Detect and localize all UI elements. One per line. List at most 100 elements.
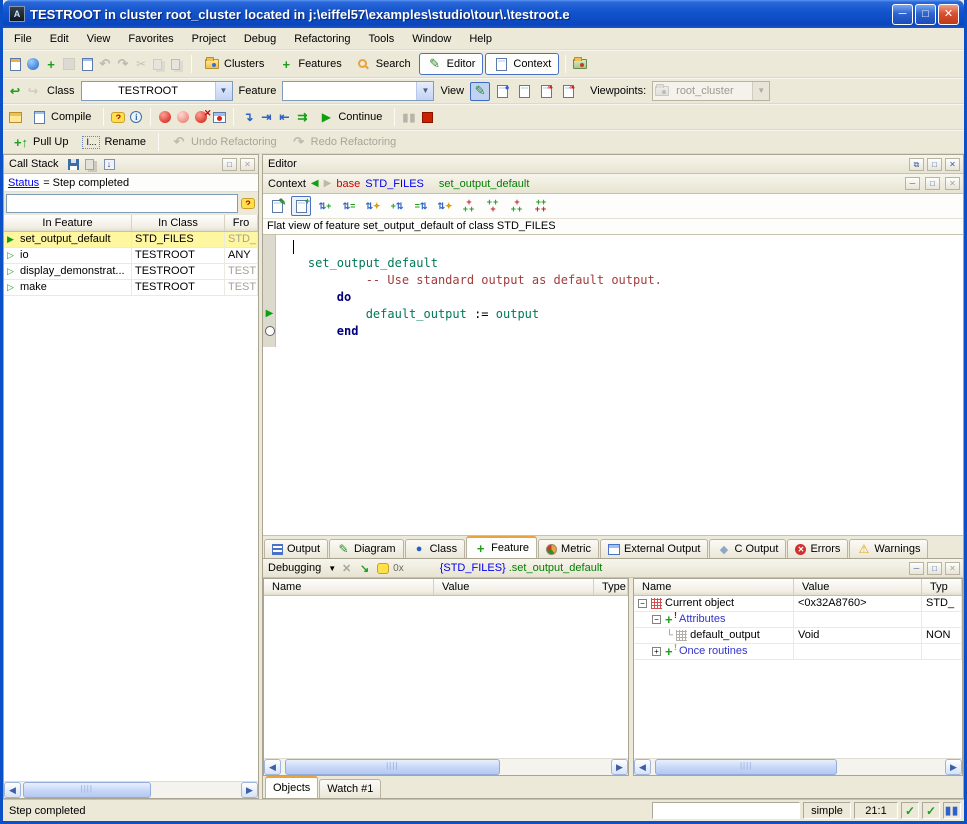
flat-clickable-view-icon[interactable]: +⇅ <box>387 196 407 216</box>
tab-feature[interactable]: +Feature <box>466 536 537 558</box>
redo-icon[interactable]: ↷ <box>115 56 131 72</box>
copy-call-stack-icon[interactable] <box>84 158 99 171</box>
watch-column-value[interactable]: Value <box>434 579 594 595</box>
debugging-close-icon[interactable]: ✕ <box>945 562 960 575</box>
tab-warnings[interactable]: ⚠Warnings <box>849 539 928 558</box>
scroll-thumb[interactable] <box>655 759 837 775</box>
scroll-right-icon[interactable]: ▶ <box>611 759 628 775</box>
code-line[interactable]: set_output_default <box>279 256 963 273</box>
continue-button[interactable]: ▶ Continue <box>312 106 388 128</box>
debugging-menu-arrow-icon[interactable]: ▼ <box>328 564 336 573</box>
objects-column-type[interactable]: Typ <box>922 579 962 595</box>
suppliers-icon[interactable]: ++++ <box>531 196 551 216</box>
open-file-icon[interactable] <box>25 56 41 72</box>
code-line[interactable]: do <box>279 290 963 307</box>
new-window-icon[interactable] <box>7 56 23 72</box>
minimize-button[interactable]: ─ <box>892 4 913 25</box>
debugging-close-watch-icon[interactable]: ✕ <box>339 562 354 575</box>
debugging-minimize-icon[interactable]: ─ <box>909 562 924 575</box>
context-toggle-button[interactable]: Context <box>485 53 559 75</box>
stack-depth-icon[interactable]: ↓ <box>102 158 117 171</box>
class-combo[interactable]: TESTROOT ▼ <box>81 81 233 101</box>
watch-column-name[interactable]: Name <box>264 579 434 595</box>
clients-icon[interactable]: +++ <box>507 196 527 216</box>
context-minimize-icon[interactable]: ─ <box>905 177 920 190</box>
call-stack-close-icon[interactable]: ✕ <box>240 158 255 171</box>
scroll-right-icon[interactable]: ▶ <box>945 759 962 775</box>
view-editable-icon[interactable]: ✎ <box>470 82 490 101</box>
external-commands-icon[interactable] <box>572 56 588 72</box>
editor-gutter[interactable]: ▶ <box>263 235 276 347</box>
objects-rows[interactable]: −Current object<0x32A8760>STD_−Attribute… <box>634 596 962 758</box>
menu-refactoring[interactable]: Refactoring <box>285 30 359 48</box>
menu-file[interactable]: File <box>5 30 41 48</box>
tab-class[interactable]: ●Class <box>405 539 466 558</box>
feature-combo[interactable]: ▼ <box>282 81 434 101</box>
call-stack-hscrollbar[interactable]: ◀ ▶ <box>4 781 258 798</box>
call-stack-row[interactable]: ▷display_demonstrat...TESTROOTTEST <box>4 264 258 280</box>
debugging-maximize-icon[interactable]: □ <box>927 562 942 575</box>
scroll-left-icon[interactable]: ◀ <box>4 782 21 798</box>
close-button[interactable]: ✕ <box>938 4 959 25</box>
filter-melt-icon[interactable]: ? <box>240 196 256 212</box>
menu-help[interactable]: Help <box>460 30 501 48</box>
remove-breakpoints-icon[interactable]: ✕ <box>193 109 209 125</box>
hex-toggle[interactable]: 0x <box>393 563 404 574</box>
menu-debug[interactable]: Debug <box>235 30 285 48</box>
collapse-icon[interactable]: − <box>652 615 661 624</box>
menu-favorites[interactable]: Favorites <box>119 30 182 48</box>
code-line[interactable]: -- Use standard output as default output… <box>279 273 963 290</box>
call-stack-filter-input[interactable] <box>6 194 238 213</box>
watch-column-type[interactable]: Type <box>594 579 628 595</box>
search-button[interactable]: Search <box>350 53 417 75</box>
objects-hscrollbar[interactable]: ◀ ▶ <box>634 758 962 775</box>
compile-button[interactable]: Compile <box>25 106 97 128</box>
context-ancestor-link[interactable]: base <box>336 178 360 190</box>
breakpoint-slot-icon[interactable] <box>264 323 275 338</box>
debugging-bubble-icon[interactable] <box>375 562 390 575</box>
step-into-icon[interactable]: ⇥ <box>258 109 274 125</box>
step-out-icon[interactable]: ⇤ <box>276 109 292 125</box>
back-icon[interactable]: ↩ <box>7 83 23 99</box>
debug-context-feature[interactable]: .set_output_default <box>509 562 603 574</box>
features-button[interactable]: + Features <box>272 53 347 75</box>
context-forward-icon[interactable]: ▶ <box>324 178 332 189</box>
tab-watch-1[interactable]: Watch #1 <box>319 779 381 798</box>
collapse-icon[interactable]: − <box>638 599 647 608</box>
tab-metric[interactable]: Metric <box>538 539 599 558</box>
column-from[interactable]: Fro <box>225 215 258 231</box>
debug-context-class[interactable]: {STD_FILES} <box>440 562 506 574</box>
scroll-left-icon[interactable]: ◀ <box>264 759 281 775</box>
stop-icon[interactable] <box>419 109 435 125</box>
editable-view-icon[interactable]: ✎ <box>267 196 287 216</box>
save-icon[interactable] <box>61 56 77 72</box>
feature-combo-arrow-icon[interactable]: ▼ <box>416 82 433 100</box>
view-flat-icon[interactable] <box>514 82 534 101</box>
watch-rows[interactable] <box>264 596 628 758</box>
code-area[interactable]: ▶ set_output_default -- Use standard out… <box>263 235 963 535</box>
object-tree-row[interactable]: −Attributes <box>634 612 962 628</box>
context-feature-link[interactable]: set_output_default <box>439 178 530 190</box>
tab-objects[interactable]: Objects <box>265 776 318 798</box>
maximize-button[interactable]: □ <box>915 4 936 25</box>
descendants-icon[interactable]: +++ <box>483 196 503 216</box>
context-close-icon[interactable]: ✕ <box>945 177 960 190</box>
objects-column-value[interactable]: Value <box>794 579 922 595</box>
menu-edit[interactable]: Edit <box>41 30 78 48</box>
tab-errors[interactable]: ✕Errors <box>787 539 848 558</box>
redo-refactoring-button[interactable]: ↷ Redo Refactoring <box>285 131 403 153</box>
class-combo-arrow-icon[interactable]: ▼ <box>215 82 232 100</box>
view-contract-icon[interactable]: ❧ <box>536 82 556 101</box>
save-call-stack-icon[interactable] <box>66 158 81 171</box>
editor-toggle-button[interactable]: ✎ Editor <box>419 53 484 75</box>
new-class-icon[interactable]: + <box>43 56 59 72</box>
project-settings-icon[interactable] <box>7 109 23 125</box>
scroll-left-icon[interactable]: ◀ <box>634 759 651 775</box>
call-stack-row[interactable]: ▷makeTESTROOTTEST <box>4 280 258 296</box>
undo-refactoring-button[interactable]: ↶ Undo Refactoring <box>165 131 283 153</box>
edit-expression-icon[interactable]: ↘ <box>357 562 372 575</box>
pause-icon[interactable]: ▮▮ <box>401 109 417 125</box>
view-clickable-icon[interactable]: ● <box>492 82 512 101</box>
scroll-right-icon[interactable]: ▶ <box>241 782 258 798</box>
column-in-class[interactable]: In Class <box>132 215 225 231</box>
